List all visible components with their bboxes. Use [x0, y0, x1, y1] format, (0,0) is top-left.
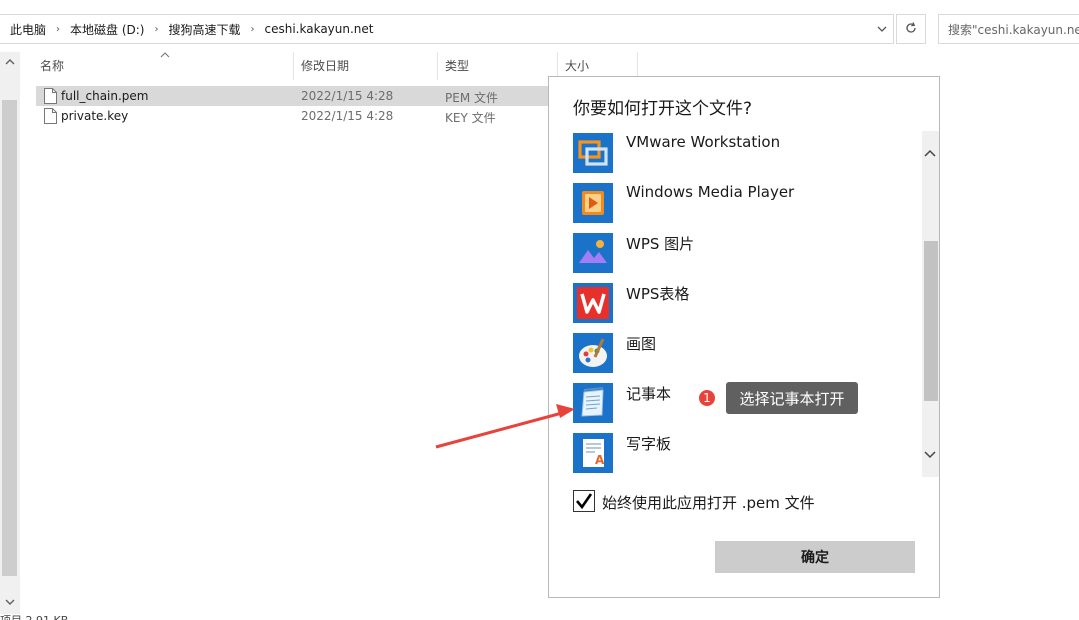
scrollbar-thumb[interactable] — [924, 241, 938, 401]
app-name: Windows Media Player — [626, 183, 795, 201]
open-with-dialog: 你要如何打开这个文件? VMware Workstation Windows M… — [548, 76, 940, 598]
app-name: 记事本 — [626, 385, 672, 403]
breadcrumb-separator[interactable]: › — [241, 24, 255, 35]
app-name: VMware Workstation — [626, 133, 781, 151]
dialog-title: 你要如何打开这个文件? — [573, 99, 753, 119]
breadcrumb-drive-d[interactable]: 本地磁盘 (D:) — [60, 21, 144, 38]
notepad-icon — [573, 383, 613, 423]
file-type: PEM 文件 — [445, 91, 498, 105]
file-type: KEY 文件 — [445, 111, 496, 125]
refresh-button[interactable] — [896, 14, 926, 44]
file-name: full_chain.pem — [61, 89, 149, 103]
paint-icon — [573, 333, 613, 373]
scrollbar-thumb[interactable] — [2, 100, 17, 576]
search-input[interactable]: 搜索"ceshi.kakayun.net" — [938, 14, 1079, 44]
app-option-wordpad[interactable]: A 写字板 — [573, 433, 913, 475]
breadcrumb-separator[interactable]: › — [144, 24, 158, 35]
file-date: 2022/1/15 4:28 — [301, 109, 394, 123]
column-divider[interactable] — [437, 52, 438, 80]
file-icon — [44, 88, 57, 107]
app-option-vmware[interactable]: VMware Workstation — [573, 133, 913, 175]
address-bar[interactable]: 此电脑 › 本地磁盘 (D:) › 搜狗高速下载 › ceshi.kakayun… — [0, 14, 894, 44]
always-use-label: 始终使用此应用打开 .pem 文件 — [602, 494, 815, 512]
refresh-icon — [904, 21, 918, 38]
svg-text:A: A — [595, 453, 605, 467]
column-header-name[interactable]: 名称 — [40, 57, 64, 74]
sort-ascending-icon — [160, 47, 170, 61]
scroll-up-icon[interactable] — [923, 147, 937, 161]
wps-picture-icon — [573, 233, 613, 273]
file-date: 2022/1/15 4:28 — [301, 89, 394, 103]
ok-button[interactable]: 确定 — [715, 541, 915, 573]
vmware-icon — [573, 133, 613, 173]
file-list-scrollbar[interactable] — [0, 52, 20, 614]
breadcrumb-download-folder[interactable]: 搜狗高速下载 — [158, 21, 240, 38]
file-row[interactable]: full_chain.pem 2022/1/15 4:28 PEM 文件 — [36, 86, 556, 106]
app-name: WPS 图片 — [626, 235, 695, 253]
annotation-tooltip: 选择记事本打开 — [726, 382, 858, 414]
app-name: 画图 — [626, 335, 657, 353]
app-name: 写字板 — [626, 435, 672, 453]
app-option-wps-picture[interactable]: WPS 图片 — [573, 233, 913, 275]
scroll-down-icon[interactable] — [4, 596, 16, 610]
file-name: private.key — [61, 109, 129, 123]
breadcrumb-current-folder[interactable]: ceshi.kakayun.net — [255, 22, 374, 36]
file-row[interactable]: private.key 2022/1/15 4:28 KEY 文件 — [36, 106, 556, 126]
screen: 此电脑 › 本地磁盘 (D:) › 搜狗高速下载 › ceshi.kakayun… — [0, 0, 1079, 620]
app-name: WPS表格 — [626, 285, 690, 303]
column-divider[interactable] — [293, 52, 294, 80]
app-list-scrollbar[interactable] — [922, 131, 939, 477]
column-header-size[interactable]: 大小 — [565, 57, 589, 74]
checkmark-icon — [576, 493, 593, 510]
wps-spreadsheet-icon — [573, 283, 613, 323]
breadcrumb-this-pc[interactable]: 此电脑 — [0, 21, 46, 38]
step-number-badge: 1 — [697, 388, 717, 408]
app-option-windows-media-player[interactable]: Windows Media Player — [573, 183, 913, 225]
scroll-up-icon[interactable] — [4, 56, 16, 70]
chevron-down-icon[interactable] — [875, 22, 889, 36]
scroll-down-icon[interactable] — [923, 449, 937, 463]
column-header-date[interactable]: 修改日期 — [301, 57, 349, 74]
media-player-icon — [573, 183, 613, 223]
app-option-wps-spreadsheet[interactable]: WPS表格 — [573, 283, 913, 325]
column-header-type[interactable]: 类型 — [445, 57, 469, 74]
status-bar-text: 项目 2.91 KB — [0, 612, 68, 620]
search-placeholder: 搜索"ceshi.kakayun.net" — [948, 22, 1079, 37]
file-icon — [44, 108, 57, 127]
breadcrumb-separator[interactable]: › — [46, 24, 60, 35]
app-option-paint[interactable]: 画图 — [573, 333, 913, 375]
always-use-checkbox[interactable] — [573, 490, 595, 512]
wordpad-icon: A — [573, 433, 613, 473]
